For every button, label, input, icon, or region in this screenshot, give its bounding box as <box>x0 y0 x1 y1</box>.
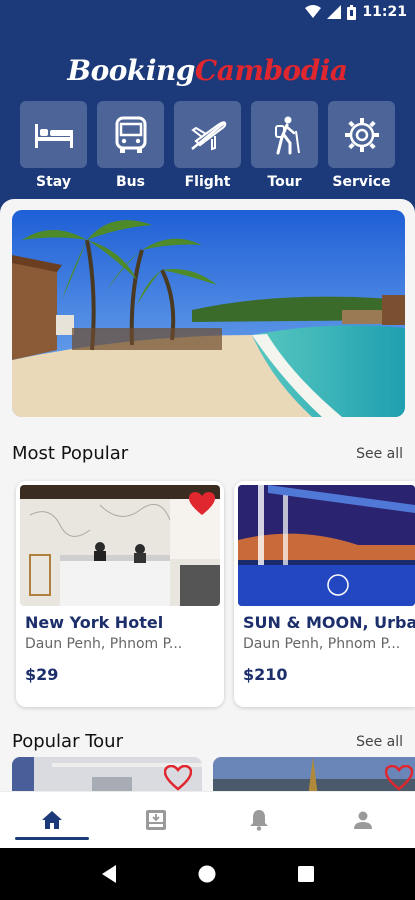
section-title-popular-tour: Popular Tour <box>12 731 123 752</box>
wifi-icon <box>305 5 322 18</box>
home-button-icon[interactable] <box>197 864 217 884</box>
bottom-navigation <box>0 791 415 848</box>
airplane-icon <box>190 120 226 150</box>
see-all-most-popular-link[interactable]: See all <box>356 446 403 462</box>
category-service[interactable]: Service <box>328 101 395 190</box>
category-label: Bus <box>116 174 145 190</box>
hotel-card[interactable]: New York Hotel Daun Penh, Phnom P... $29 <box>16 481 224 707</box>
content-panel: Most Popular See all New York Hotel Daun… <box>0 199 415 791</box>
active-indicator <box>14 837 89 840</box>
hotel-price: $29 <box>25 665 59 684</box>
home-icon <box>41 811 62 829</box>
clock: 11:21 <box>362 4 407 20</box>
hotel-price: $210 <box>243 665 288 684</box>
hotel-card[interactable]: SUN & MOON, Urba Daun Penh, Phnom P... $… <box>234 481 415 707</box>
category-flight[interactable]: Flight <box>174 101 241 190</box>
hotel-address: Daun Penh, Phnom P... <box>25 636 183 652</box>
category-stay[interactable]: Stay <box>20 101 87 190</box>
bed-icon <box>34 123 73 148</box>
favorite-heart-outline-icon[interactable] <box>385 765 413 791</box>
beach-illustration <box>12 210 405 417</box>
category-label: Tour <box>267 174 302 190</box>
hero-banner-image[interactable] <box>12 210 405 417</box>
category-label: Stay <box>36 174 71 190</box>
nav-home[interactable] <box>0 792 104 848</box>
tour-card[interactable] <box>213 757 415 791</box>
tour-card[interactable] <box>12 757 202 791</box>
recents-icon[interactable] <box>297 865 315 883</box>
gear-icon <box>344 117 379 152</box>
category-tour[interactable]: Tour <box>251 101 318 190</box>
category-bus[interactable]: Bus <box>97 101 164 190</box>
bus-icon <box>115 116 146 153</box>
inbox-download-icon <box>145 810 166 830</box>
section-title-most-popular: Most Popular <box>12 443 129 464</box>
favorite-heart-icon[interactable] <box>188 491 216 517</box>
hotel-name: SUN & MOON, Urba <box>243 613 415 632</box>
nav-profile[interactable] <box>311 792 415 848</box>
app-logo: BookingCambodia <box>0 54 415 87</box>
signal-icon <box>327 5 342 19</box>
hotel-image <box>238 485 415 606</box>
category-label: Service <box>332 174 391 190</box>
battery-icon <box>347 4 357 20</box>
favorite-heart-outline-icon[interactable] <box>164 765 192 791</box>
nav-notifications[interactable] <box>208 792 312 848</box>
logo-part1: Booking <box>67 54 195 87</box>
logo-part2: Cambodia <box>194 54 348 87</box>
hiker-icon <box>274 116 300 154</box>
category-bar: Stay Bus Flight Tour Service <box>20 101 395 190</box>
category-label: Flight <box>184 174 231 190</box>
status-bar: 11:21 <box>0 0 415 28</box>
hotel-address: Daun Penh, Phnom P... <box>243 636 401 652</box>
hotel-name: New York Hotel <box>25 613 164 632</box>
back-icon[interactable] <box>100 864 118 884</box>
person-icon <box>354 811 373 829</box>
bell-icon <box>250 810 269 831</box>
see-all-popular-tour-link[interactable]: See all <box>356 734 403 750</box>
system-navigation-bar <box>0 848 415 900</box>
nav-bookings[interactable] <box>104 792 208 848</box>
